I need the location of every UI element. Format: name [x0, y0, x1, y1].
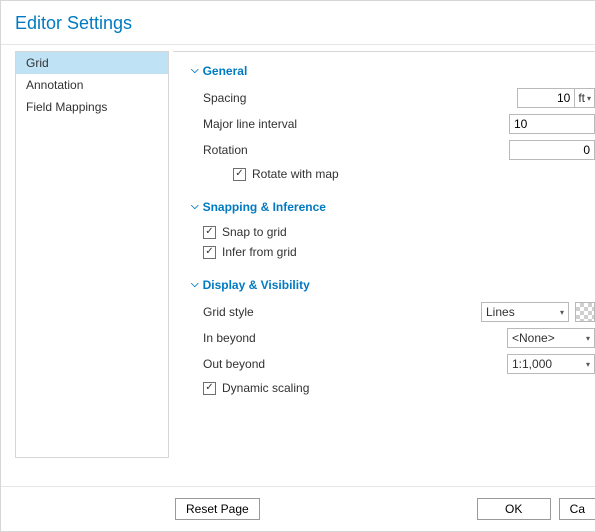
section-title: Snapping & Inference — [203, 200, 326, 214]
section-header-display[interactable]: ⌵ Display & Visibility — [191, 274, 595, 296]
dynamic-scaling-checkbox[interactable]: ✓ — [203, 382, 216, 395]
infer-from-grid-label: Infer from grid — [222, 245, 297, 259]
grid-color-swatch[interactable] — [575, 302, 595, 322]
section-title: Display & Visibility — [203, 278, 310, 292]
dynamic-scaling-label: Dynamic scaling — [222, 381, 309, 395]
rotation-input[interactable] — [509, 140, 595, 160]
section-snapping: ✓ Snap to grid ✓ Infer from grid — [191, 218, 595, 274]
sidebar: Grid Annotation Field Mappings — [15, 51, 169, 458]
rotate-with-map-label: Rotate with map — [252, 167, 339, 181]
infer-from-grid-checkbox[interactable]: ✓ — [203, 246, 216, 259]
ok-button[interactable]: OK — [477, 498, 551, 520]
cancel-button[interactable]: Ca — [559, 498, 595, 520]
major-interval-input[interactable] — [509, 114, 595, 134]
caret-down-icon: ▾ — [587, 94, 591, 103]
sidebar-item-annotation[interactable]: Annotation — [16, 74, 168, 96]
out-beyond-select[interactable]: 1:1,000 ▾ — [507, 354, 595, 374]
caret-down-icon: ▾ — [560, 308, 564, 317]
label-major-interval: Major line interval — [203, 117, 343, 131]
spacing-unit-dropdown[interactable]: ft ▾ — [575, 88, 595, 108]
select-value: Lines — [486, 305, 515, 319]
rotate-with-map-checkbox[interactable]: ✓ — [233, 168, 246, 181]
spacing-input[interactable] — [517, 88, 575, 108]
settings-panel: ⌵ General Spacing ft ▾ Major line interv… — [173, 51, 595, 460]
reset-page-button[interactable]: Reset Page — [175, 498, 260, 520]
in-beyond-select[interactable]: <None> ▾ — [507, 328, 595, 348]
label-grid-style: Grid style — [203, 305, 343, 319]
unit-label: ft — [578, 91, 585, 105]
content-area: Grid Annotation Field Mappings ⌵ General… — [1, 44, 595, 460]
chevron-down-icon: ⌵ — [191, 280, 199, 290]
section-display: Grid style Lines ▾ In beyond <None> ▾ — [191, 296, 595, 410]
label-in-beyond: In beyond — [203, 331, 343, 345]
chevron-down-icon: ⌵ — [191, 66, 199, 76]
label-rotation: Rotation — [203, 143, 343, 157]
section-header-snapping[interactable]: ⌵ Snapping & Inference — [191, 196, 595, 218]
section-general: Spacing ft ▾ Major line interval Rotatio… — [191, 82, 595, 196]
chevron-down-icon: ⌵ — [191, 202, 199, 212]
caret-down-icon: ▾ — [586, 334, 590, 343]
label-out-beyond: Out beyond — [203, 357, 343, 371]
section-header-general[interactable]: ⌵ General — [191, 60, 595, 82]
snap-to-grid-checkbox[interactable]: ✓ — [203, 226, 216, 239]
sidebar-item-grid[interactable]: Grid — [16, 52, 168, 74]
label-spacing: Spacing — [203, 91, 343, 105]
section-title: General — [203, 64, 248, 78]
grid-style-select[interactable]: Lines ▾ — [481, 302, 569, 322]
select-value: 1:1,000 — [512, 357, 552, 371]
dialog-title: Editor Settings — [1, 1, 595, 44]
caret-down-icon: ▾ — [586, 360, 590, 369]
snap-to-grid-label: Snap to grid — [222, 225, 287, 239]
sidebar-item-field-mappings[interactable]: Field Mappings — [16, 96, 168, 118]
select-value: <None> — [512, 331, 555, 345]
dialog-footer: Reset Page OK Ca — [1, 486, 595, 531]
